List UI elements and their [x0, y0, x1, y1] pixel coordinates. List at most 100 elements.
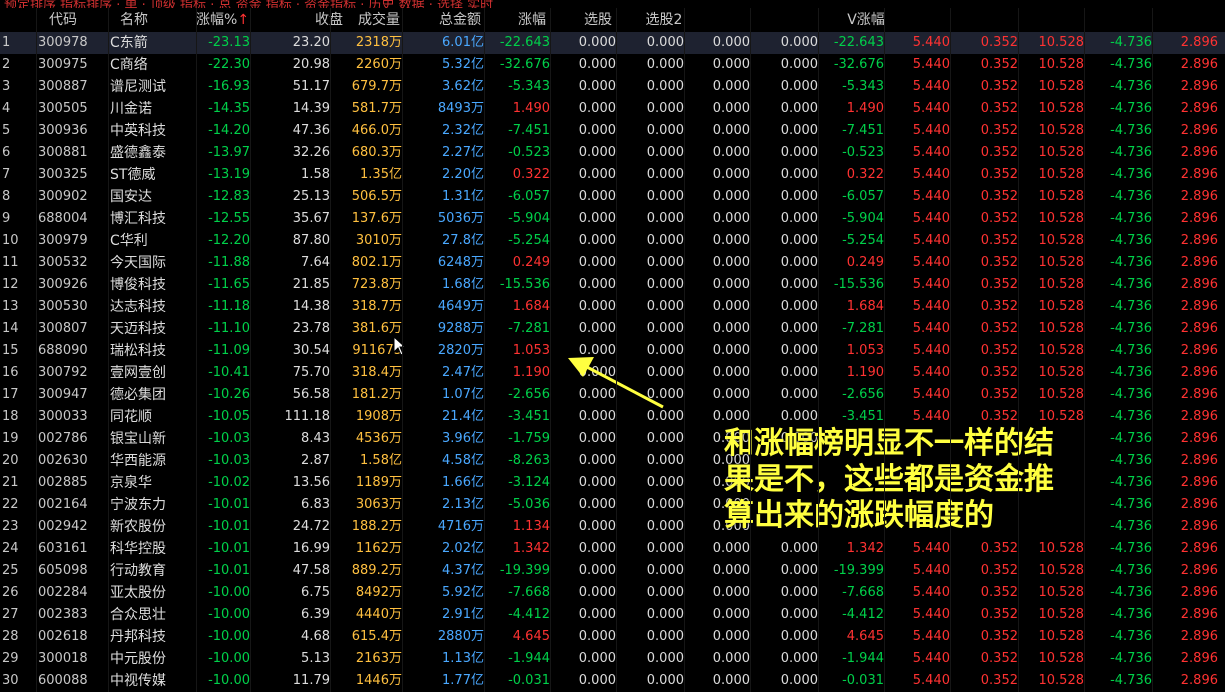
cell-xg2: 0.000	[646, 35, 684, 50]
cell-c10: 0.000	[780, 673, 818, 688]
cell-zdf: -10.01	[208, 497, 250, 512]
table-row[interactable]: 17 300947 德必集团 -10.26 56.58 181.2万 1.07亿 -2.656…	[0, 384, 1225, 406]
cell-xg2: 0.000	[646, 277, 684, 292]
header-name[interactable]: 名称	[110, 8, 158, 32]
amt-value: 2.20	[442, 167, 471, 182]
header-zdf[interactable]: 涨幅%↑	[196, 8, 248, 32]
table-row[interactable]: 24 603161 科华控股 -10.01 16.99 1162万 2.02亿 1.342 0.…	[0, 538, 1225, 560]
cell-c14: 10.528	[1038, 387, 1085, 402]
header-c10[interactable]	[752, 8, 818, 32]
header-c15[interactable]	[1086, 8, 1152, 32]
cell-c9: 0.000	[712, 651, 750, 666]
table-row[interactable]: 12 300926 博俊科技 -11.65 21.85 723.8万 1.68亿 -15.53…	[0, 274, 1225, 296]
cell-zf: -5.254	[508, 233, 550, 248]
header-idx[interactable]	[2, 8, 36, 32]
cell-zdf: -10.00	[208, 673, 250, 688]
table-row[interactable]: 11 300532 今天国际 -11.88 7.64 802.1万 6248万 0.249 0.…	[0, 252, 1225, 274]
vol-value: 723.8	[351, 277, 389, 292]
cell-c13: 0.352	[980, 585, 1018, 600]
header-c14[interactable]	[1020, 8, 1084, 32]
cell-c15: -4.736	[1110, 673, 1152, 688]
cell-idx: 14	[2, 321, 19, 336]
cell-zdf: -10.01	[208, 541, 250, 556]
cell-c9: 0.000	[712, 365, 750, 380]
table-row[interactable]: 14 300807 天迈科技 -11.10 23.78 381.6万 9288万 -7.281…	[0, 318, 1225, 340]
header-c9[interactable]	[686, 8, 750, 32]
cell-amt: 4.58亿	[404, 450, 484, 472]
header-c12[interactable]	[886, 8, 950, 32]
table-row[interactable]: 15 688090 瑞松科技 -11.09 30.54 911675 2820万 1.053 0…	[0, 340, 1225, 362]
cell-vol: 1446万	[332, 670, 402, 692]
header-xg1[interactable]: 选股	[566, 8, 630, 32]
table-row[interactable]: 18 300033 同花顺 -10.05 111.18 1908万 21.4亿 -3.451 0…	[0, 406, 1225, 428]
cell-name: 同花顺	[110, 409, 152, 425]
cell-xg2: 0.000	[646, 409, 684, 424]
cell-xg2: 0.000	[646, 343, 684, 358]
cell-name: 谱尼测试	[110, 79, 166, 95]
cell-zf: -32.676	[499, 57, 550, 72]
cell-c14: 10.528	[1038, 57, 1085, 72]
cell-c14: 10.528	[1038, 563, 1085, 578]
cell-xg2: 0.000	[646, 475, 684, 490]
table-row[interactable]: 6 300881 盛德鑫泰 -13.97 32.26 680.3万 2.27亿 -0.523 0…	[0, 142, 1225, 164]
header-zf[interactable]: 涨幅	[500, 8, 564, 32]
vol-value: 1162	[355, 541, 389, 556]
cell-amt: 1.07亿	[404, 384, 484, 406]
table-row[interactable]: 29 300018 中元股份 -10.00 5.13 2163万 1.13亿 -1.944 0.…	[0, 648, 1225, 670]
header-vol[interactable]: 成交量	[344, 8, 414, 32]
cell-close: 2.87	[301, 453, 330, 468]
cell-zdf: -11.18	[208, 299, 250, 314]
cell-vol: 802.1万	[332, 252, 402, 274]
vol-unit: 万	[388, 211, 402, 226]
amt-value: 1.07	[442, 387, 471, 402]
table-row[interactable]: 5 300936 中英科技 -14.20 47.36 466.0万 2.32亿 -7.451 0…	[0, 120, 1225, 142]
cell-xg1: 0.000	[578, 57, 616, 72]
cell-c15: -4.736	[1110, 277, 1152, 292]
cell-c9: 0.000	[712, 123, 750, 138]
cell-amt: 4.37亿	[404, 560, 484, 582]
amt-unit: 亿	[470, 123, 484, 138]
vol-unit: 万	[388, 79, 402, 94]
cell-xg2: 0.000	[646, 651, 684, 666]
table-row[interactable]: 2 300975 C商络 -22.30 20.98 2260万 5.32亿 -32.676 0.…	[0, 54, 1225, 76]
table-row[interactable]: 13 300530 达志科技 -11.18 14.38 318.7万 4649万 1.684 0…	[0, 296, 1225, 318]
table-row[interactable]: 16 300792 壹网壹创 -10.41 75.70 318.4万 2.47亿 1.190 0…	[0, 362, 1225, 384]
cell-close: 24.72	[292, 519, 330, 534]
cell-vzf: -1.944	[842, 651, 884, 666]
header-code[interactable]: 代码	[38, 8, 88, 32]
table-row[interactable]: 28 002618 丹邦科技 -10.00 4.68 615.4万 2880万 4.645 0.…	[0, 626, 1225, 648]
table-row[interactable]: 26 002284 亚太股份 -10.00 6.75 8492万 5.92亿 -7.668 0.…	[0, 582, 1225, 604]
table-row[interactable]: 25 605098 行动教育 -10.01 47.58 889.2万 4.37亿 -19.39…	[0, 560, 1225, 582]
cell-c14: 10.528	[1038, 299, 1085, 314]
cell-amt: 4716万	[404, 516, 484, 538]
table-row[interactable]: 7 300325 ST德威 -13.19 1.58 1.35亿 2.20亿 0.322 0.00…	[0, 164, 1225, 186]
cell-vol: 1.35亿	[332, 164, 402, 186]
table-row[interactable]: 9 688004 博汇科技 -12.55 35.67 137.6万 5036万 -5.904 0…	[0, 208, 1225, 230]
cell-c16: 2.896	[1180, 409, 1218, 424]
table-row[interactable]: 27 002383 合众思壮 -10.00 6.39 4440万 2.91亿 -4.412 0.…	[0, 604, 1225, 626]
header-amt[interactable]: 总金额	[420, 8, 500, 32]
table-row[interactable]: 4 300505 川金诺 -14.35 14.39 581.7万 8493万 1.490 0.0…	[0, 98, 1225, 120]
cell-xg2: 0.000	[646, 629, 684, 644]
cell-c14: 10.528	[1038, 189, 1085, 204]
amt-value: 5036	[437, 211, 471, 226]
table-row[interactable]: 1 300978 C东箭 -23.13 23.20 2318万 6.01亿 -22.643 0.…	[0, 32, 1225, 54]
cell-c10: 0.000	[780, 387, 818, 402]
vol-value: 581.7	[351, 101, 389, 116]
cell-zdf: -10.00	[208, 585, 250, 600]
header-c13[interactable]	[952, 8, 1018, 32]
cell-c15: -4.736	[1110, 541, 1152, 556]
cell-c16: 2.896	[1180, 189, 1218, 204]
table-row[interactable]: 3 300887 谱尼测试 -16.93 51.17 679.7万 3.62亿 -5.343 0…	[0, 76, 1225, 98]
cell-zdf: -10.03	[208, 431, 250, 446]
table-row[interactable]: 8 300902 国安达 -12.83 25.13 506.5万 1.31亿 -6.057 0.…	[0, 186, 1225, 208]
cell-name: 国安达	[110, 189, 152, 205]
header-c16[interactable]	[1154, 8, 1218, 32]
cell-c13: 0.352	[980, 255, 1018, 270]
cell-xg2: 0.000	[646, 321, 684, 336]
column-divider	[550, 8, 551, 692]
table-row[interactable]: 10 300979 C华利 -12.20 87.80 3010万 27.8亿 -5.254 0.…	[0, 230, 1225, 252]
cell-close: 8.43	[301, 431, 330, 446]
table-row[interactable]: 30 600088 中视传媒 -10.00 11.79 1446万 1.77亿 -0.031 0…	[0, 670, 1225, 692]
cell-name: 中英科技	[110, 123, 166, 139]
